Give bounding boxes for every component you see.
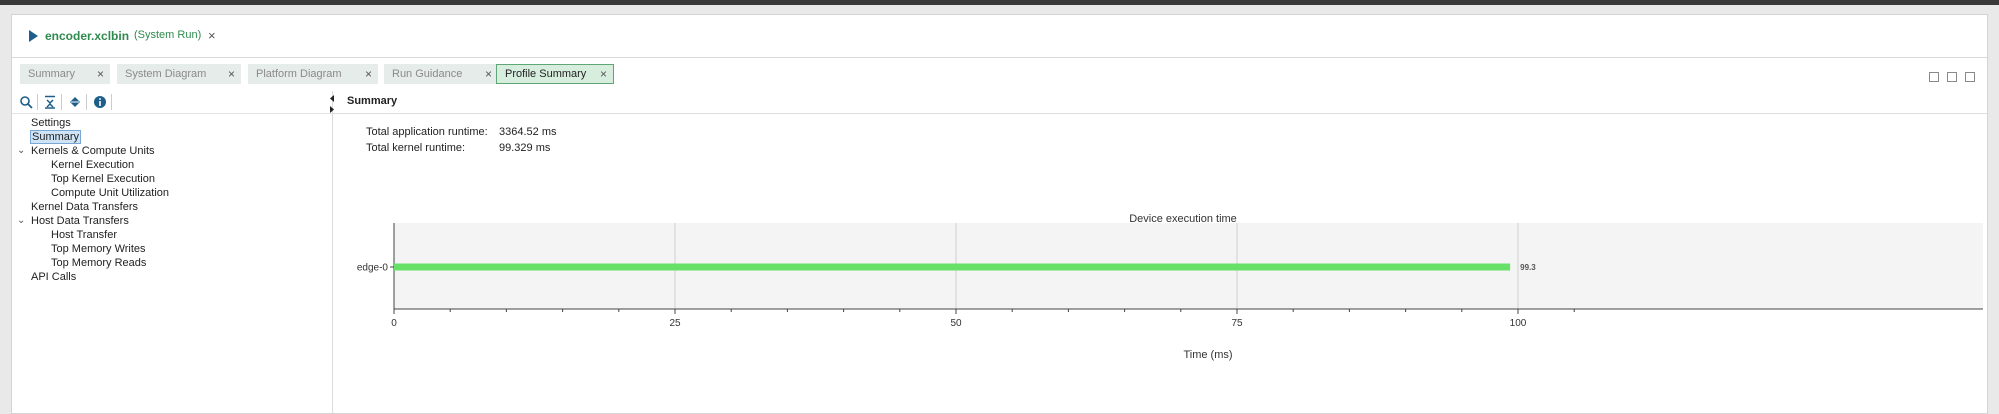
- report-navigator: Settings Summary ⌄ Kernels & Compute Uni…: [12, 91, 333, 413]
- bar-value-label: 99.3: [1520, 263, 1536, 272]
- x-tick-label: 0: [391, 318, 397, 329]
- toolbar-separator: [61, 94, 62, 110]
- split-horizontal-icon[interactable]: [1928, 72, 1939, 82]
- bar-edge-0: [394, 263, 1511, 271]
- tree-item-top-kernel-execution[interactable]: Top Kernel Execution: [51, 173, 155, 185]
- expand-all-icon[interactable]: [68, 95, 82, 109]
- tab-label: Platform Diagram: [256, 68, 342, 80]
- tree-item-api-calls[interactable]: API Calls: [31, 271, 76, 283]
- tree-item-summary[interactable]: Summary: [30, 130, 82, 144]
- tab-profile-summary[interactable]: Profile Summary ×: [496, 64, 614, 84]
- tab-label: Profile Summary: [505, 68, 587, 80]
- tree-item-settings[interactable]: Settings: [31, 117, 71, 129]
- tab-platform-diagram[interactable]: Platform Diagram ×: [248, 64, 378, 84]
- tree-item-kernel-data-transfers[interactable]: Kernel Data Transfers: [31, 201, 138, 213]
- tab-summary[interactable]: Summary ×: [20, 64, 110, 84]
- tree-item-kernels-compute-units[interactable]: Kernels & Compute Units: [31, 145, 155, 157]
- y-category-label: edge-0: [357, 263, 389, 274]
- profile-window: encoder.xclbin (System Run) × Summary × …: [11, 14, 1988, 414]
- window-close-icon[interactable]: ×: [208, 28, 216, 43]
- tab-close-icon[interactable]: ×: [600, 65, 607, 83]
- x-tick-label: 100: [1510, 318, 1527, 329]
- info-icon[interactable]: [93, 95, 107, 109]
- window-titlebar: encoder.xclbin (System Run) ×: [12, 15, 1987, 58]
- toolbar-separator: [86, 94, 87, 110]
- toolbar-separator: [111, 94, 112, 110]
- chevron-down-icon[interactable]: ⌄: [17, 145, 25, 156]
- search-icon[interactable]: [19, 95, 33, 109]
- pane-collapse-icon[interactable]: [327, 94, 337, 114]
- stat-label-app-runtime: Total application runtime:: [366, 126, 488, 138]
- tree-item-top-memory-writes[interactable]: Top Memory Writes: [51, 243, 146, 255]
- stat-label-kernel-runtime: Total kernel runtime:: [366, 142, 466, 154]
- navigator-toolbar: [12, 91, 332, 114]
- toolbar-separator: [37, 94, 38, 110]
- tree-item-kernel-execution[interactable]: Kernel Execution: [51, 159, 134, 171]
- tab-close-icon[interactable]: ×: [365, 64, 372, 84]
- tab-close-icon[interactable]: ×: [228, 64, 235, 84]
- tab-label: Run Guidance: [392, 68, 463, 80]
- split-vertical-icon[interactable]: [1946, 72, 1957, 82]
- view-controls: [1924, 72, 1975, 86]
- collapse-all-icon[interactable]: [43, 95, 57, 109]
- tab-label: System Diagram: [125, 68, 207, 80]
- pop-out-icon[interactable]: [1965, 72, 1975, 82]
- section-divider: [333, 113, 1987, 114]
- tree-item-compute-unit-utilization[interactable]: Compute Unit Utilization: [51, 187, 169, 199]
- x-tick-label: 75: [1231, 318, 1243, 329]
- x-tick-label: 50: [950, 318, 962, 329]
- stat-value-kernel-runtime: 99.329 ms: [499, 142, 551, 154]
- tab-close-icon[interactable]: ×: [97, 64, 104, 84]
- tree-item-host-data-transfers[interactable]: Host Data Transfers: [31, 215, 129, 227]
- stat-value-app-runtime: 3364.52 ms: [499, 126, 557, 138]
- top-bar: [0, 0, 1999, 5]
- tab-run-guidance[interactable]: Run Guidance ×: [384, 64, 498, 84]
- play-icon[interactable]: [29, 30, 38, 42]
- tree-item-top-memory-reads[interactable]: Top Memory Reads: [51, 257, 146, 269]
- window-file-name: encoder.xclbin: [45, 29, 130, 43]
- x-tick-label: 25: [669, 318, 681, 329]
- window-run-label: (System Run): [134, 29, 202, 41]
- tab-close-icon[interactable]: ×: [485, 64, 492, 84]
- tab-system-diagram[interactable]: System Diagram ×: [117, 64, 241, 84]
- summary-panel: Summary Total application runtime: 3364.…: [330, 91, 1987, 413]
- device-execution-chart: 0 25 50 75 100 edge-0 99.3: [357, 223, 1983, 329]
- tab-bar: Summary × System Diagram × Platform Diag…: [12, 58, 1987, 90]
- tab-label: Summary: [28, 68, 76, 80]
- tree-item-host-transfer[interactable]: Host Transfer: [51, 229, 117, 241]
- x-axis-title: Time (ms): [1183, 349, 1233, 361]
- chevron-down-icon[interactable]: ⌄: [17, 215, 25, 226]
- section-title: Summary: [347, 95, 398, 107]
